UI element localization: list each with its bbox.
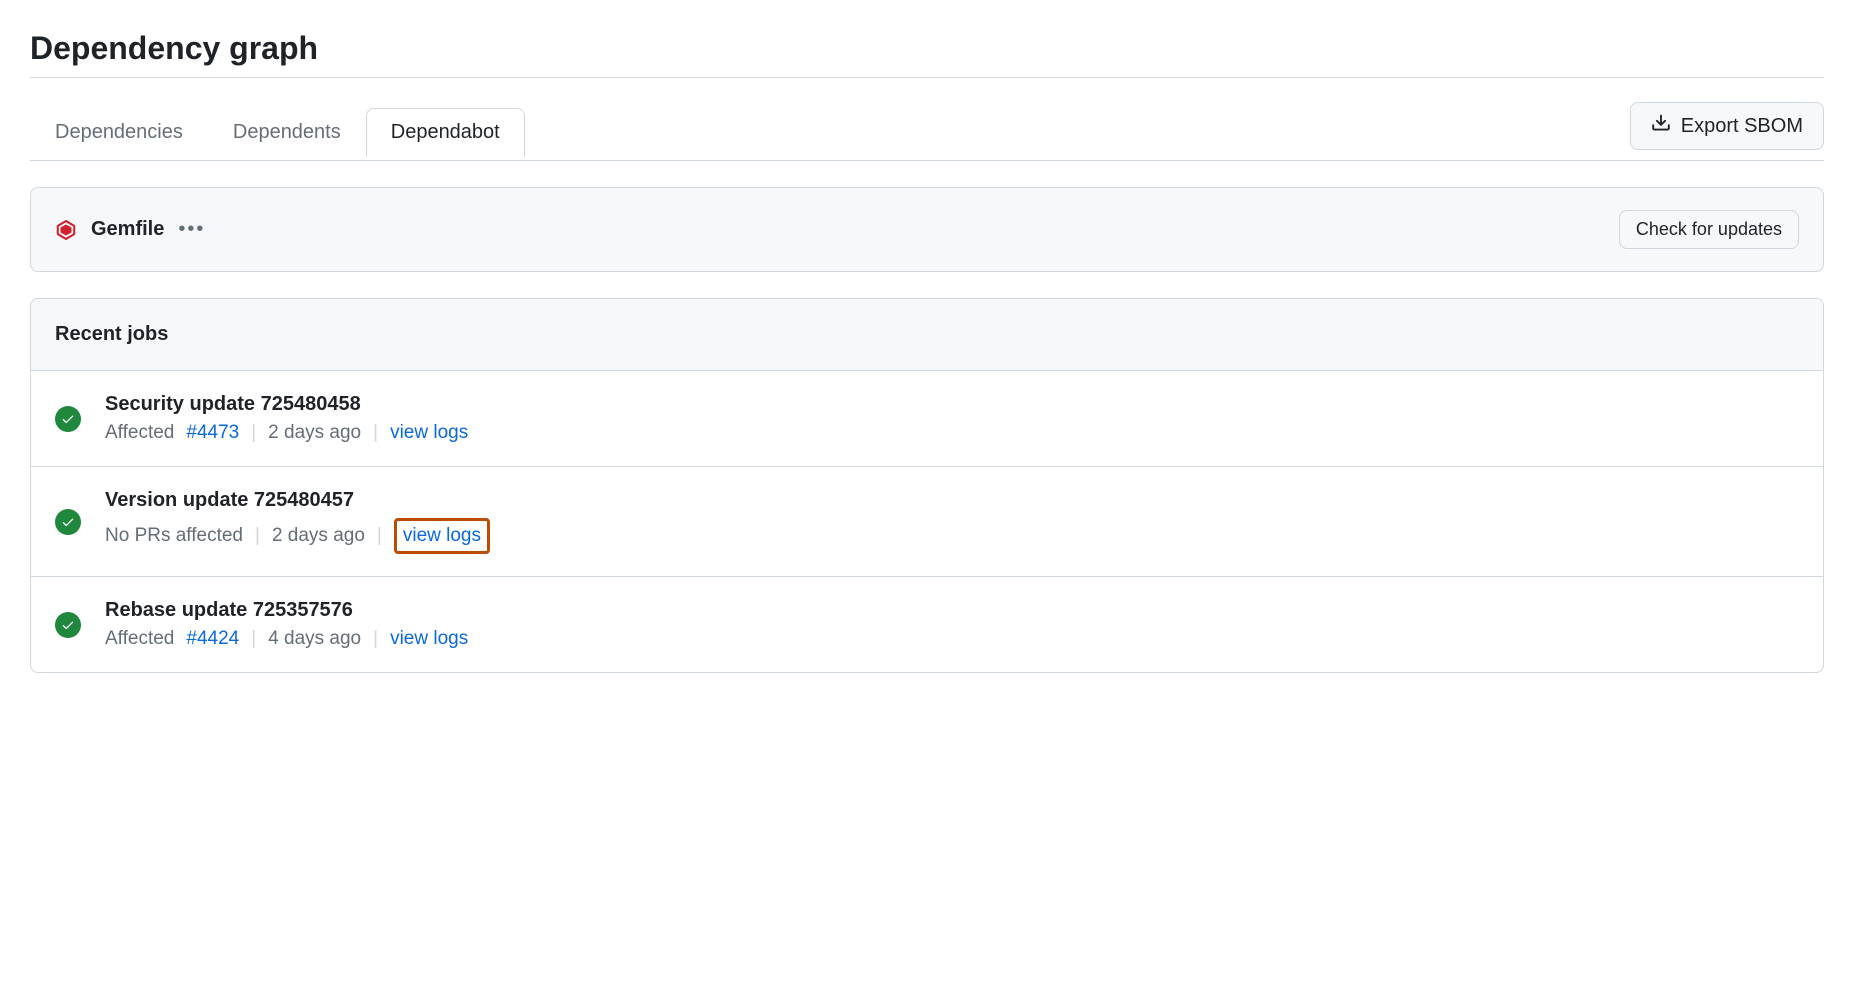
view-logs-link[interactable]: view logs — [394, 518, 490, 554]
separator: | — [377, 525, 382, 547]
pr-link[interactable]: #4424 — [186, 628, 239, 650]
view-logs-link[interactable]: view logs — [390, 628, 468, 650]
job-affected-label: Affected — [105, 422, 174, 444]
job-row: Rebase update 725357576 Affected #4424 |… — [31, 577, 1823, 672]
separator: | — [373, 422, 378, 444]
success-check-icon — [55, 509, 81, 535]
kebab-menu-icon[interactable]: ••• — [178, 218, 205, 241]
recent-jobs-header: Recent jobs — [31, 299, 1823, 371]
recent-jobs-card: Recent jobs Security update 725480458 Af… — [30, 298, 1824, 673]
ruby-icon — [55, 219, 77, 241]
job-affected-label: No PRs affected — [105, 525, 243, 547]
download-icon — [1651, 113, 1671, 139]
check-for-updates-button[interactable]: Check for updates — [1619, 210, 1799, 249]
job-title: Rebase update 725357576 — [105, 599, 1799, 622]
job-title: Security update 725480458 — [105, 393, 1799, 416]
pr-link[interactable]: #4473 — [186, 422, 239, 444]
success-check-icon — [55, 406, 81, 432]
tab-dependabot[interactable]: Dependabot — [366, 108, 525, 157]
job-title: Version update 725480457 — [105, 489, 1799, 512]
export-sbom-button[interactable]: Export SBOM — [1630, 102, 1824, 150]
job-time: 2 days ago — [268, 422, 361, 444]
export-sbom-label: Export SBOM — [1681, 115, 1803, 138]
separator: | — [255, 525, 260, 547]
page-title: Dependency graph — [30, 30, 1824, 78]
separator: | — [251, 422, 256, 444]
job-row: Security update 725480458 Affected #4473… — [31, 371, 1823, 467]
job-row: Version update 725480457 No PRs affected… — [31, 467, 1823, 577]
separator: | — [251, 628, 256, 650]
tab-dependents[interactable]: Dependents — [208, 108, 366, 157]
view-logs-link[interactable]: view logs — [390, 422, 468, 444]
tab-dependencies[interactable]: Dependencies — [30, 108, 208, 157]
gemfile-label: Gemfile — [91, 218, 164, 241]
job-affected-label: Affected — [105, 628, 174, 650]
job-time: 4 days ago — [268, 628, 361, 650]
tab-bar: Dependencies Dependents Dependabot Expor… — [30, 102, 1824, 161]
gemfile-card: Gemfile ••• Check for updates — [30, 187, 1824, 272]
success-check-icon — [55, 612, 81, 638]
separator: | — [373, 628, 378, 650]
job-time: 2 days ago — [272, 525, 365, 547]
